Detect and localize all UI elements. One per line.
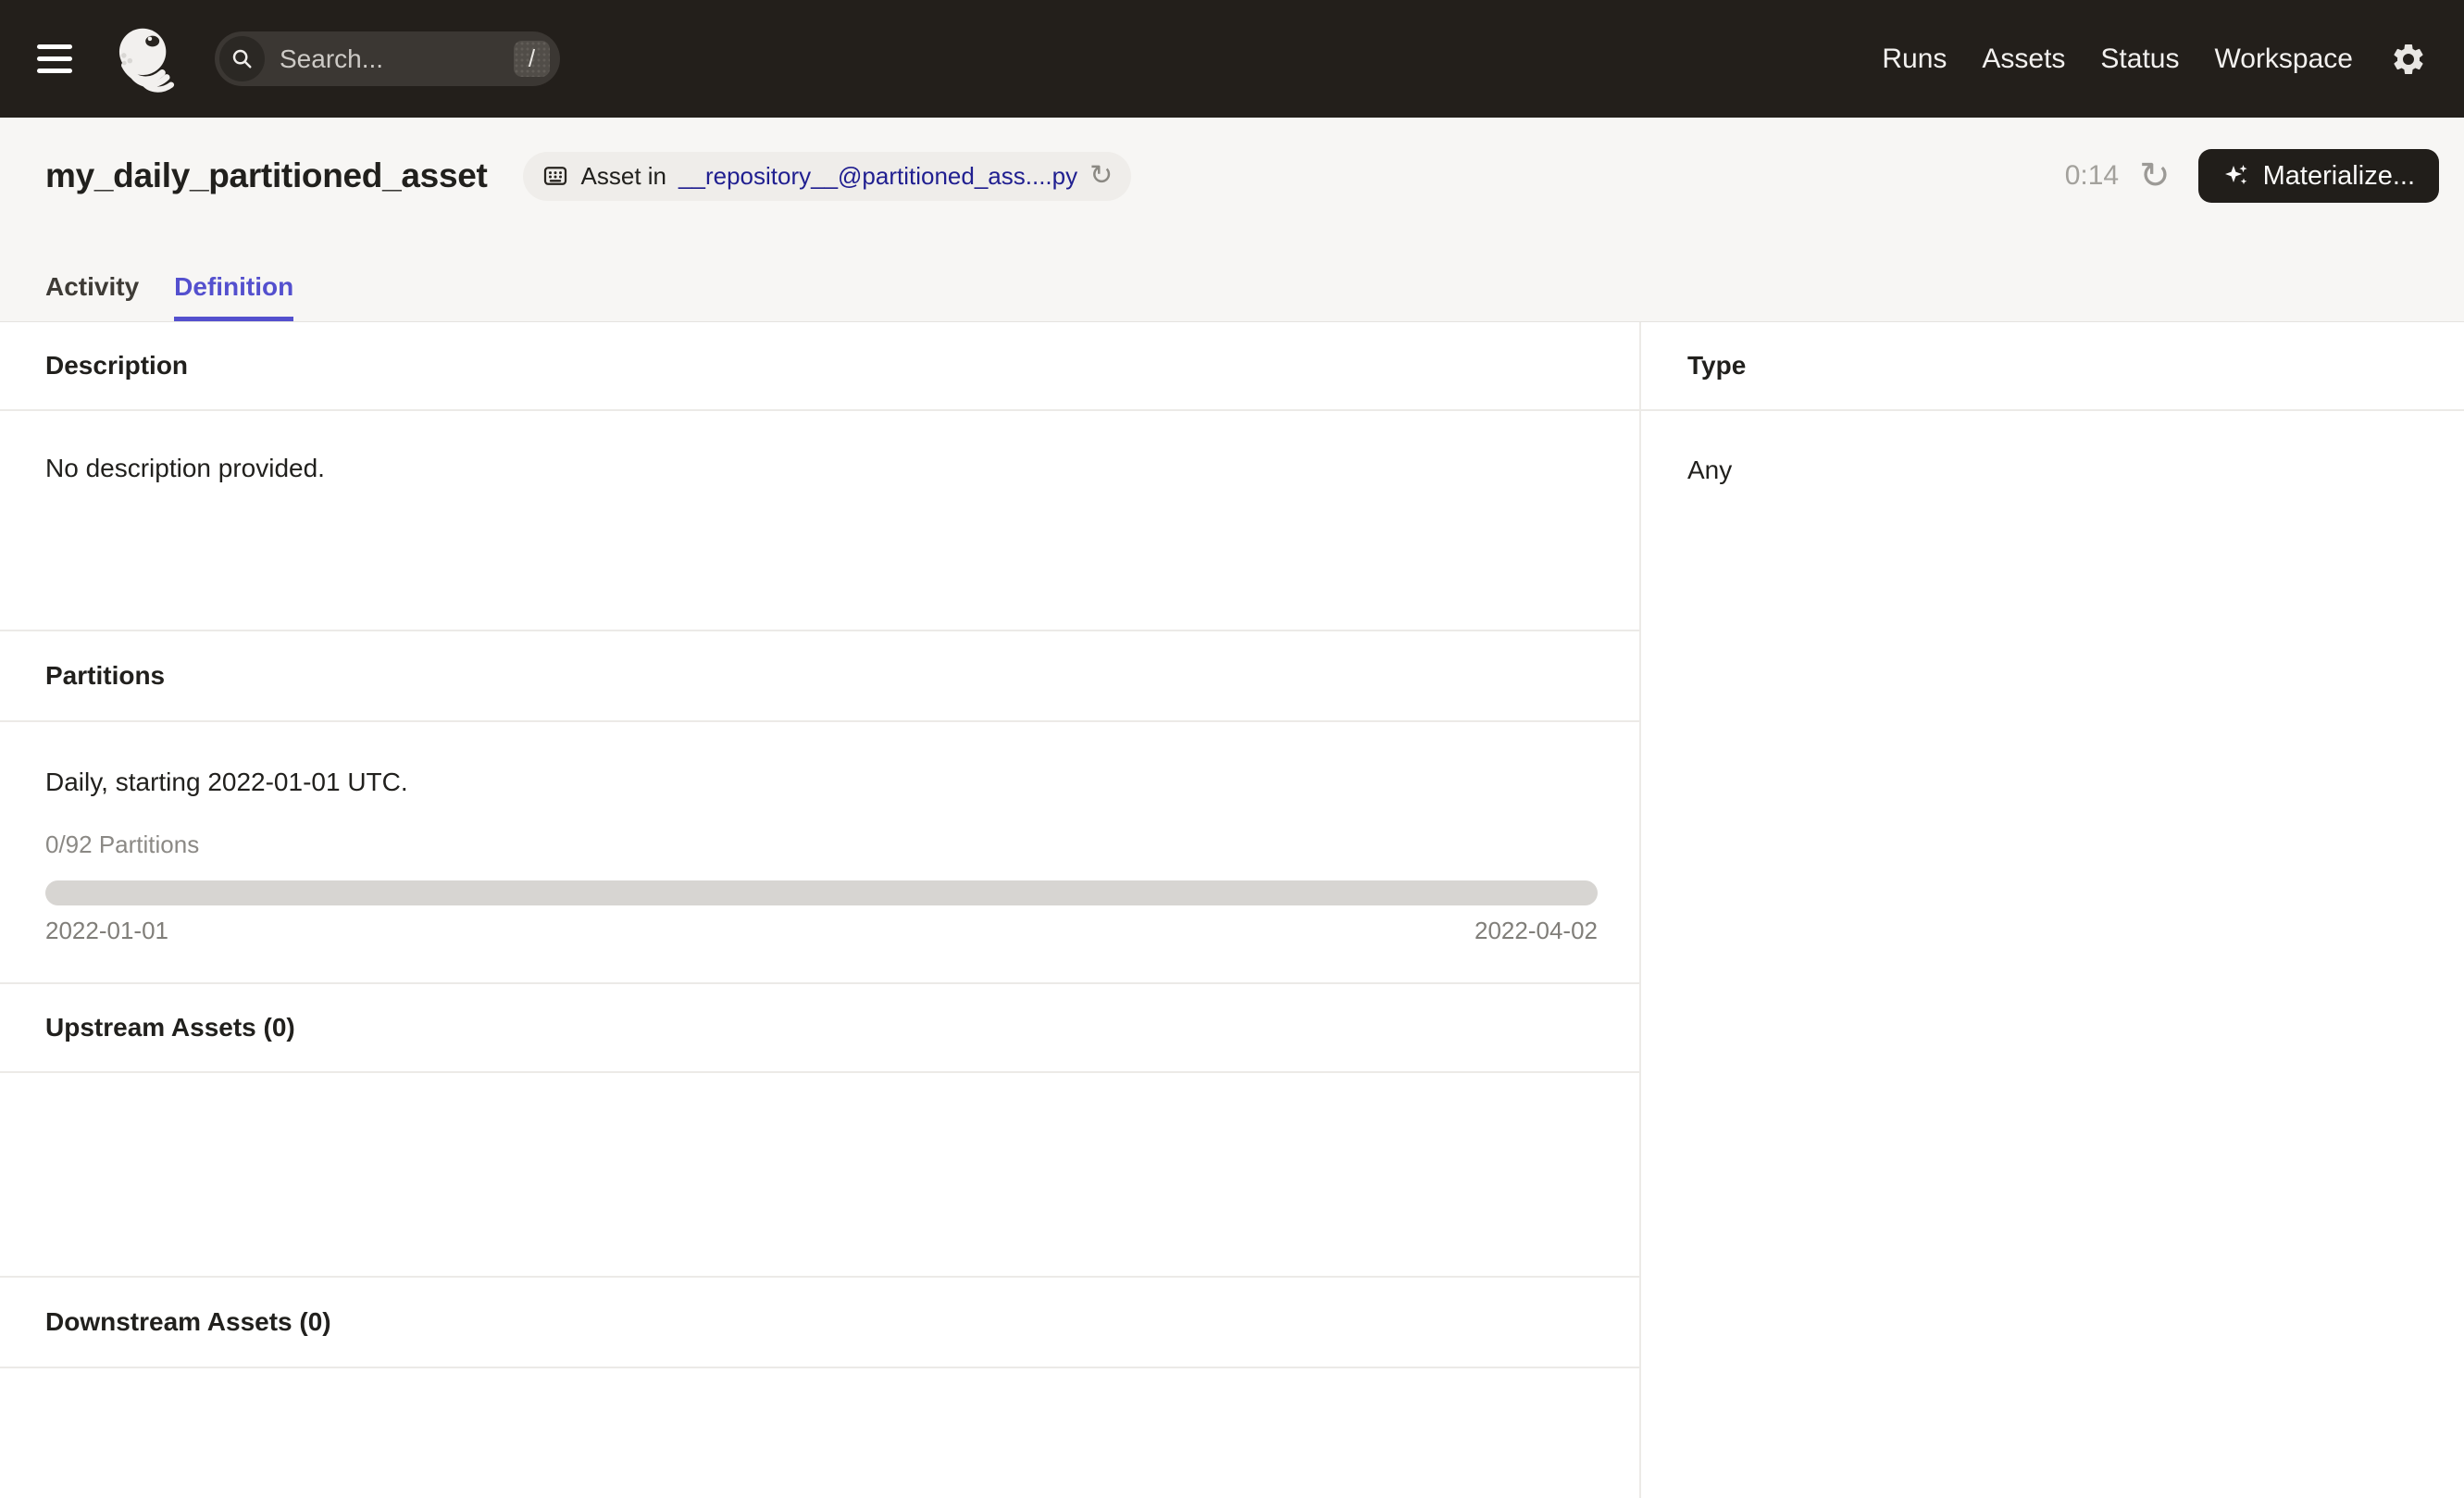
partition-range-end: 2022-04-02 [1475,917,1598,944]
gear-icon[interactable] [2390,41,2427,78]
search-icon [219,36,265,81]
refresh-timer: 0:14 [2064,160,2120,191]
page-header: my_daily_partitioned_asset Asset in __re… [0,118,2464,322]
partitions-definition-text: Daily, starting 2022-01-01 UTC. [45,768,408,796]
nav-links: Runs Assets Status Workspace [1882,44,2353,75]
description-section-body: No description provided. [0,411,1639,631]
top-nav: / Runs Assets Status Workspace [0,0,2464,118]
partition-range-start: 2022-01-01 [45,917,168,944]
type-value: Any [1687,456,1733,484]
description-section-header: Description [0,322,1639,411]
downstream-assets-section-body [0,1368,1639,1498]
partitions-date-range: 2022-01-01 2022-04-02 [45,917,1598,945]
slash-shortcut-key: / [514,41,550,77]
type-section-header: Type [1641,322,2464,411]
tab-activity[interactable]: Activity [45,272,139,321]
page-title: my_daily_partitioned_asset [45,156,488,194]
downstream-assets-section-header: Downstream Assets (0) [0,1278,1639,1368]
title-row: my_daily_partitioned_asset Asset in __re… [0,118,2464,203]
right-column: Type Any [1641,322,2464,1498]
menu-icon[interactable] [37,39,87,80]
search-input[interactable] [265,44,514,74]
sparkle-icon [2222,162,2250,190]
partitions-section-header: Partitions [0,631,1639,722]
nav-item-runs[interactable]: Runs [1882,44,1947,75]
main-content: Description No description provided. Par… [0,322,2464,1498]
description-text: No description provided. [45,454,325,482]
materialize-button[interactable]: Materialize... [2197,149,2439,203]
materialize-label: Materialize... [2262,160,2415,191]
nav-item-status[interactable]: Status [2100,44,2179,75]
nav-item-assets[interactable]: Assets [1982,44,2065,75]
type-section-body: Any [1641,411,2464,1498]
dagster-logo-icon[interactable] [111,23,183,95]
partitions-progress-bar [45,880,1598,905]
upstream-assets-section-header: Upstream Assets (0) [0,984,1639,1073]
refresh-icon[interactable]: ↻ [2139,157,2171,194]
left-column: Description No description provided. Par… [0,322,1641,1498]
partitions-section-body: Daily, starting 2022-01-01 UTC. 0/92 Par… [0,722,1639,984]
nav-item-workspace[interactable]: Workspace [2214,44,2353,75]
partitions-progress-label: 0/92 Partitions [45,830,200,858]
reload-definitions-icon[interactable]: ↻ [1089,162,1113,190]
tab-definition[interactable]: Definition [174,272,294,321]
upstream-assets-section-body [0,1073,1639,1278]
tab-bar: Activity Definition [0,272,2464,321]
asset-location-badge: Asset in __repository__@partitioned_ass.… [522,151,1132,201]
asset-in-label: Asset in [580,161,667,190]
repository-link[interactable]: __repository__@partitioned_ass....py [678,162,1077,191]
repository-icon [541,162,569,190]
search-bar[interactable]: / [215,31,560,86]
